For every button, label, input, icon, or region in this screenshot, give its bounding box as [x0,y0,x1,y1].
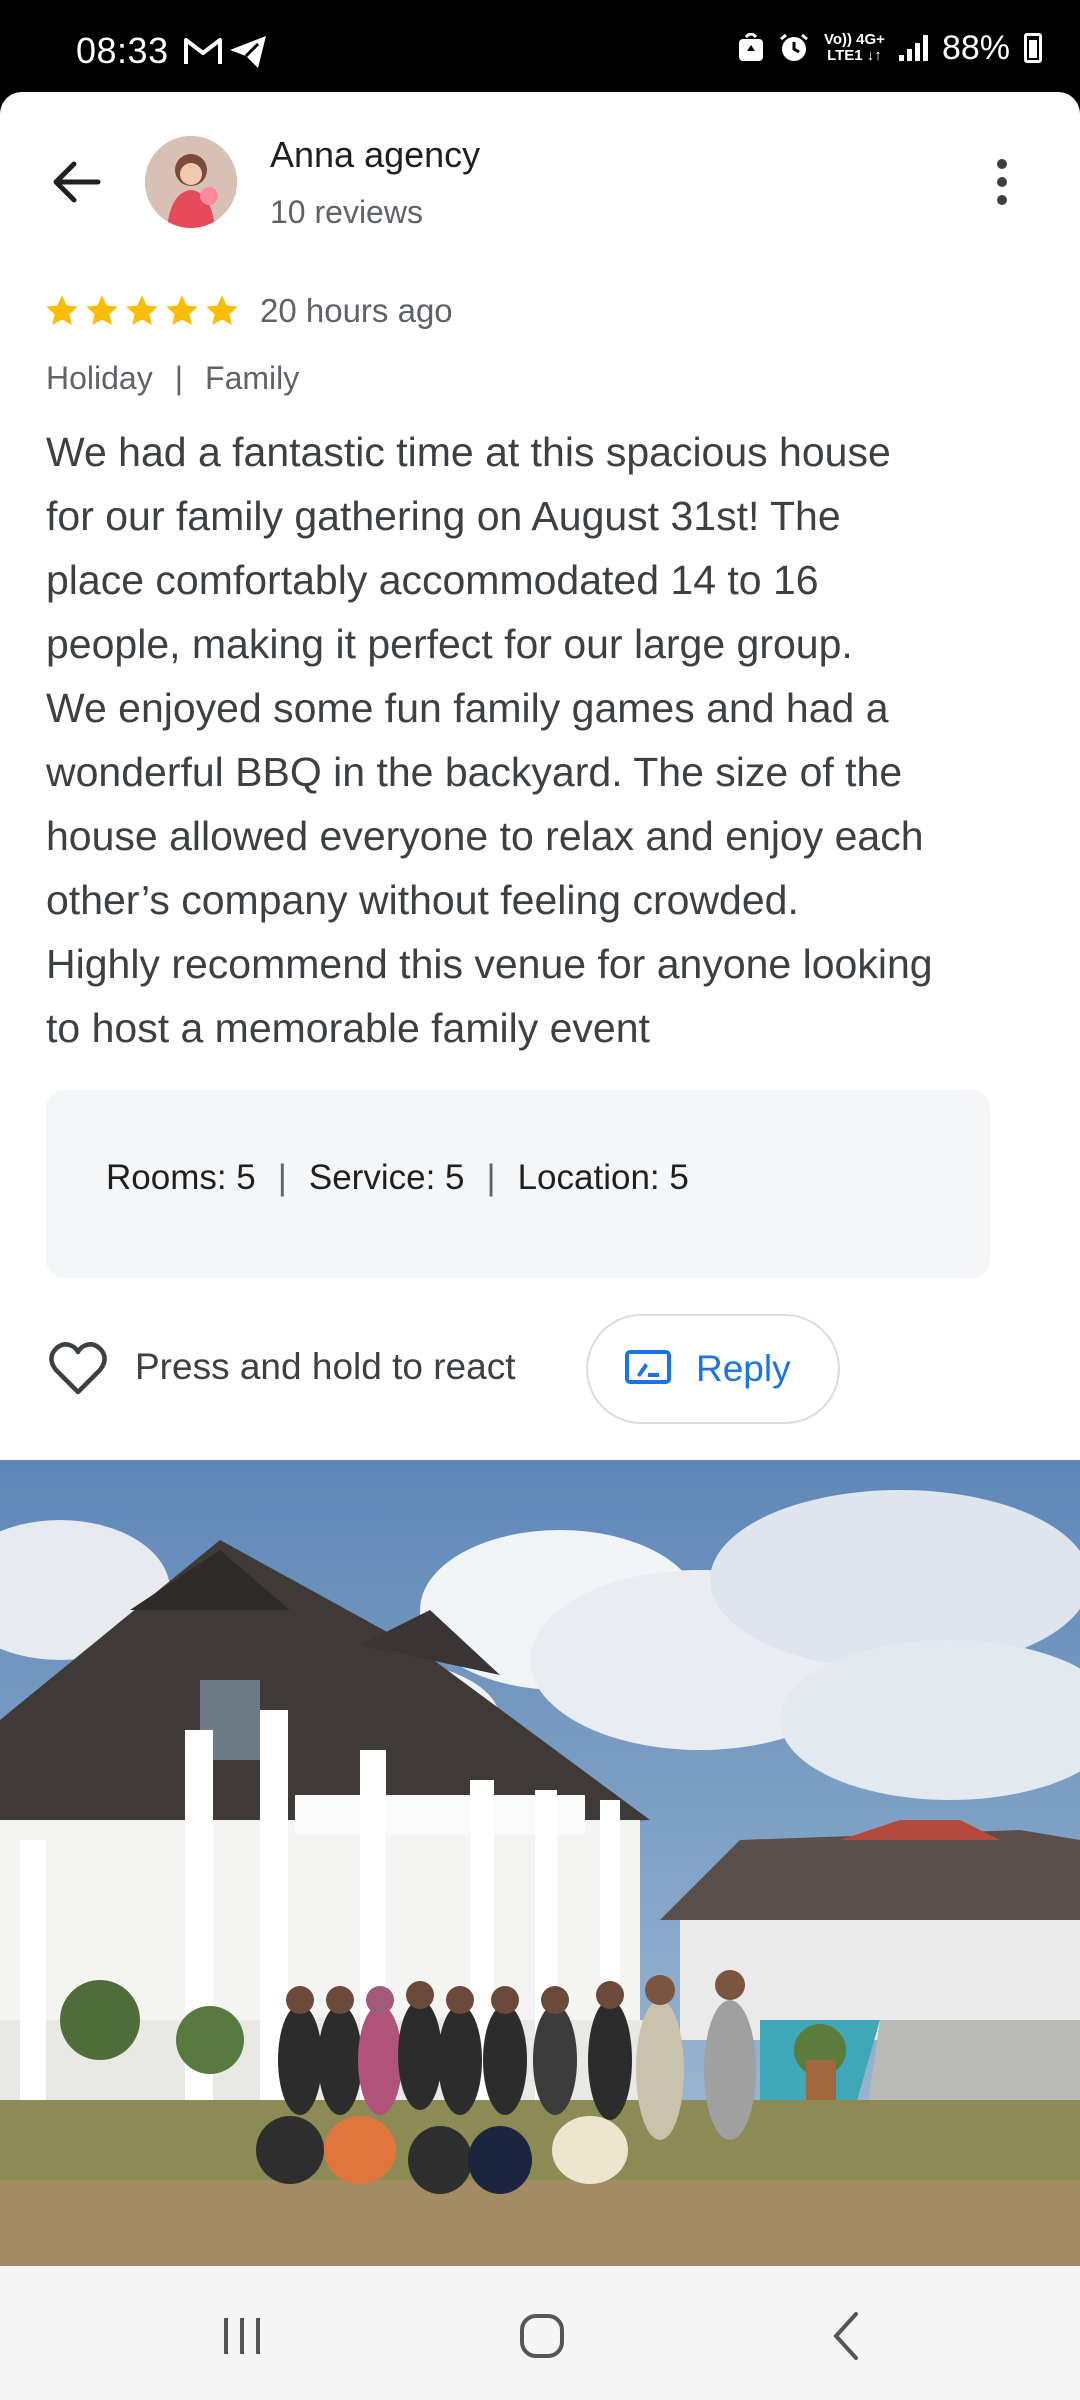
react-hint[interactable]: Press and hold to react [135,1346,516,1388]
battery-level: 88% [941,28,1010,67]
signal-icon [898,35,928,61]
status-right: Vo)) 4G+ LTE1 ↓↑ 88% [738,28,1042,68]
author-name[interactable]: Anna agency [270,134,480,176]
author-review-count: 10 reviews [270,194,423,230]
review-line: We had a fantastic time at this spacious… [46,429,891,475]
star-rating [44,293,240,329]
review-line: Highly recommend this venue for anyone l… [46,941,933,987]
rating-rooms: Rooms: 5 [106,1158,256,1197]
sub-ratings-row: Rooms: 5 | Service: 5 | Location: 5 [106,1158,689,1198]
star-icon [46,295,78,326]
reply-label: Reply [696,1348,791,1389]
status-time: 08:33 [76,30,169,71]
tag-family: Family [205,360,300,396]
recycle-icon [738,33,763,61]
back-arrow-icon[interactable] [46,150,110,214]
sub-ratings-box: Rooms: 5 | Service: 5 | Location: 5 [46,1090,990,1278]
rating-separator: | [486,1158,496,1197]
tag-separator: | [174,360,184,396]
heart-icon[interactable] [48,1340,108,1396]
telegram-icon [230,36,266,68]
star-icon [206,295,238,326]
review-line: wonderful BBQ in the backyard. The size … [46,749,903,795]
review-line: place comfortably accommodated 14 to 16 [46,557,819,603]
review-line: other’s company without feeling crowded. [46,877,799,923]
review-line: for our family gathering on August 31st!… [46,493,841,539]
star-icon [126,295,158,326]
rating-service: Service: 5 [308,1158,465,1197]
back-icon[interactable] [818,2306,878,2366]
review-tags: Holiday | Family [46,360,299,397]
gmail-icon [184,38,222,64]
review-line: to host a memorable family event [46,1005,650,1051]
system-nav-bar [0,2266,1080,2400]
review-time: 20 hours ago [260,292,453,329]
home-icon[interactable] [512,2306,572,2366]
status-bar: 08:33 Vo)) 4G+ LTE1 ↓↑ 88% [0,0,1080,92]
reply-button[interactable]: Reply [586,1314,840,1424]
network-top-label: Vo)) 4G+ [823,31,885,48]
review-line: We enjoyed some fun family games and had… [46,685,889,731]
review-photo[interactable] [0,1460,1080,2266]
battery-icon [1024,33,1042,63]
tag-holiday: Holiday [46,360,153,396]
alarm-icon [780,33,808,61]
more-options-icon[interactable] [980,150,1024,214]
rating-separator: | [277,1158,287,1197]
network-bottom-label: LTE1 ↓↑ [827,47,882,64]
recents-icon[interactable] [212,2306,272,2366]
review-line: people, making it perfect for our large … [46,621,853,667]
rating-location: Location: 5 [517,1158,689,1197]
network-indicator: Vo)) 4G+ LTE1 ↓↑ [824,32,885,64]
star-icon [166,295,198,326]
review-text: We had a fantastic time at this spacious… [46,420,1056,1060]
star-icon [86,295,118,326]
review-line: house allowed everyone to relax and enjo… [46,813,924,859]
reply-icon [625,1350,671,1384]
avatar[interactable] [145,136,237,228]
